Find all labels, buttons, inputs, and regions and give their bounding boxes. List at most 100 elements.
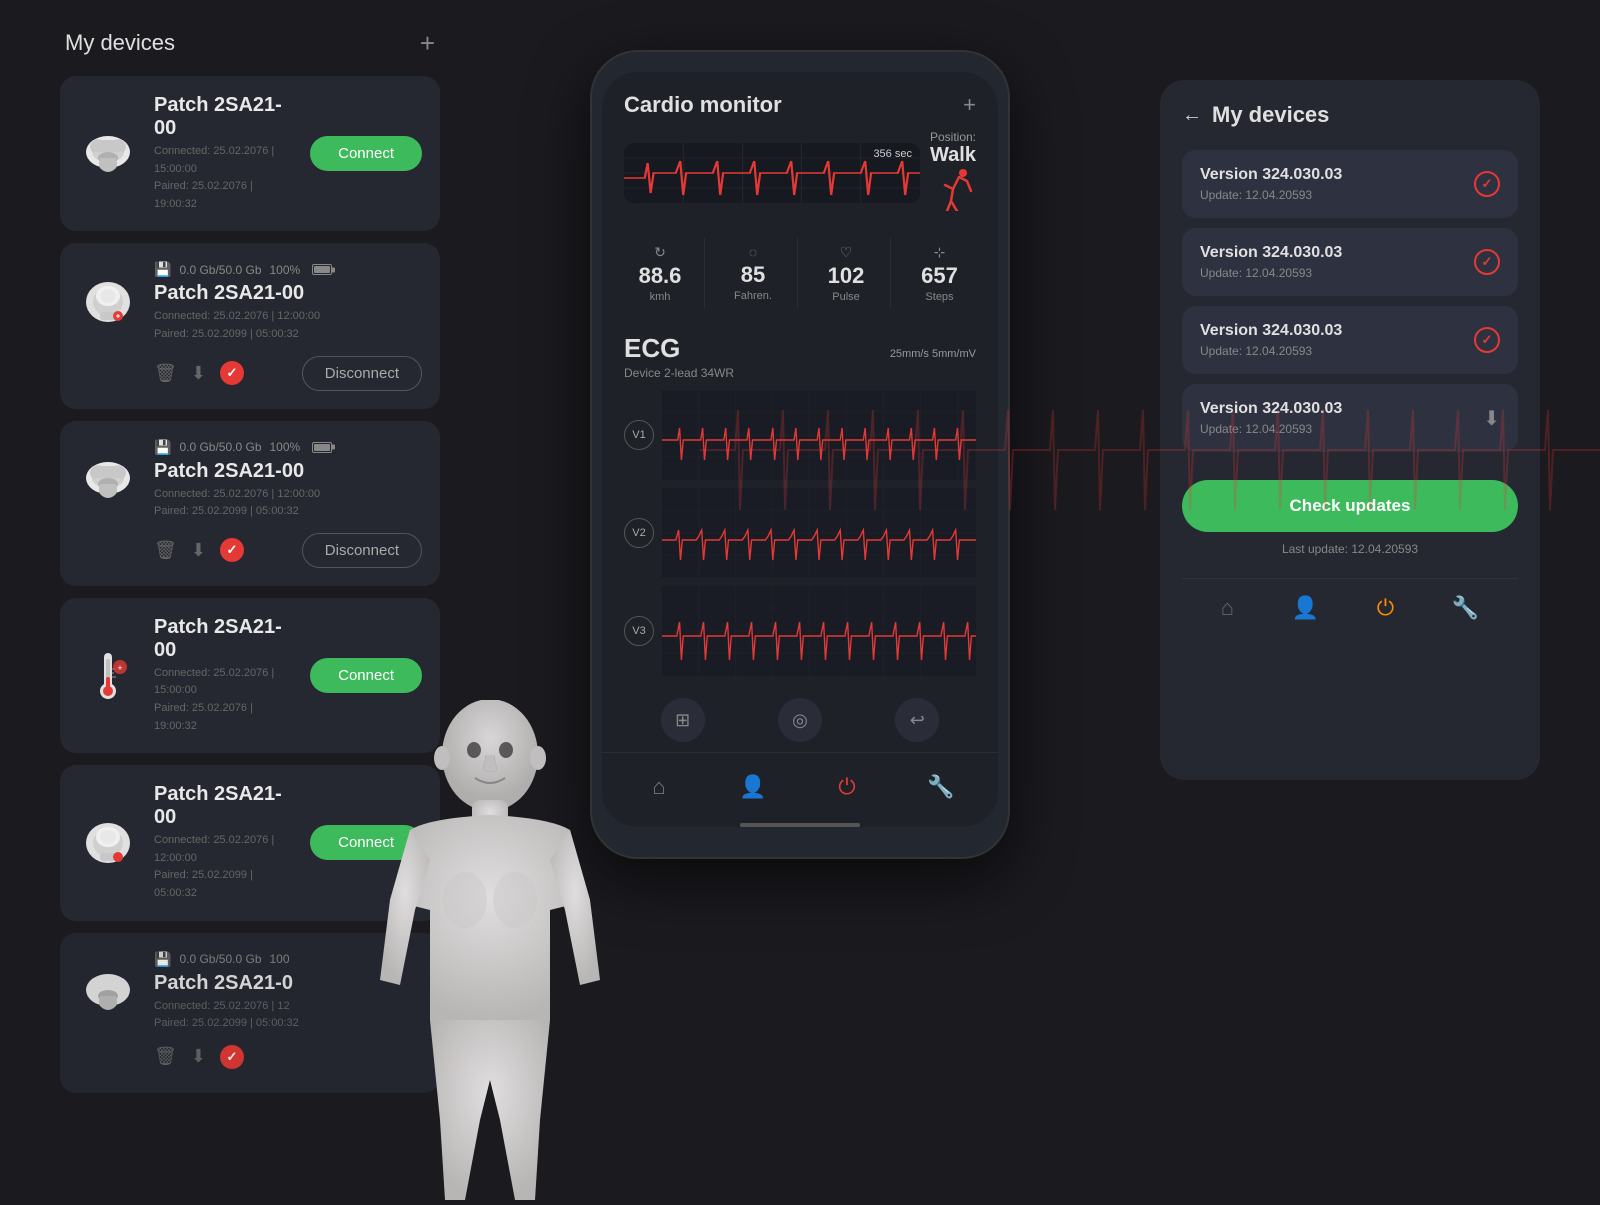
device-name-2: Patch 2SA21-00 <box>154 282 422 305</box>
device-dates-6: Connected: 25.02.2076 | 12 Paired: 25.02… <box>154 998 422 1033</box>
stat-temp: ◌ 85 Fahren. <box>709 238 798 309</box>
phone-container: Cardio monitor + 356 sec <box>590 50 1010 859</box>
download-icon-6[interactable]: ⬇ <box>191 1046 206 1067</box>
phone-add-icon[interactable]: + <box>963 92 976 118</box>
phone-nav-power[interactable]: ⏻ <box>827 767 867 807</box>
device-info-2: 💾 0.0 Gb/50.0 Gb 100% Patch 2SA21-00 Con… <box>154 261 422 343</box>
stat-speed-unit: kmh <box>620 291 700 303</box>
device-thumb-6 <box>75 959 140 1024</box>
device-name-6: Patch 2SA21-0 <box>154 972 422 995</box>
download-icon-2[interactable]: ⬇ <box>191 363 206 384</box>
target-action-icon[interactable]: ◎ <box>778 698 822 742</box>
device-storage-row-6: 💾 0.0 Gb/50.0 Gb 100 <box>154 951 422 968</box>
rp-nav-home[interactable]: ⌂ <box>1221 595 1234 621</box>
version-name-2: Version 324.030.03 <box>1200 244 1342 262</box>
stat-speed: ↻ 88.6 kmh <box>616 238 705 309</box>
version-info-2: Version 324.030.03 Update: 12.04.20593 <box>1200 244 1342 280</box>
phone-nav-home[interactable]: ⌂ <box>639 767 679 807</box>
delete-icon-2[interactable]: 🗑 <box>154 363 177 384</box>
version-card-4: Version 324.030.03 Update: 12.04.20593 ⬇ <box>1182 384 1518 452</box>
device-name-3: Patch 2SA21-00 <box>154 460 422 483</box>
phone-title: Cardio monitor <box>624 92 782 118</box>
version-date-2: Update: 12.04.20593 <box>1200 266 1342 280</box>
device-actions-2: 🗑 ⬇ Disconnect <box>75 356 422 391</box>
delete-icon-6[interactable]: 🗑 <box>154 1046 177 1067</box>
ecg-title: ECG <box>624 333 680 364</box>
stat-pulse-unit: Pulse <box>806 291 886 303</box>
last-update-text: Last update: 12.04.20593 <box>1182 542 1518 556</box>
rp-nav-power[interactable]: ⏻ <box>1377 595 1394 621</box>
connect-btn-5[interactable]: Connect <box>310 825 422 860</box>
device-actions-3: 🗑 ⬇ Disconnect <box>75 533 422 568</box>
svg-text:+: + <box>117 663 122 673</box>
device-name-1: Patch 2SA21-00 <box>154 94 296 140</box>
ecg-wave-v2 <box>662 488 976 578</box>
version-card-3: Version 324.030.03 Update: 12.04.20593 ✓ <box>1182 306 1518 374</box>
disconnect-btn-2[interactable]: Disconnect <box>302 356 422 391</box>
stat-steps-unit: Steps <box>899 291 980 303</box>
device-info-5: Patch 2SA21-00 Connected: 25.02.2076 | 1… <box>154 783 296 902</box>
version-info-4: Version 324.030.03 Update: 12.04.20593 <box>1200 400 1342 436</box>
device-info-3: 💾 0.0 Gb/50.0 Gb 100% Patch 2SA21-00 Con… <box>154 439 422 521</box>
phone-nav-settings[interactable]: 🔧 <box>921 767 961 807</box>
device-dates-3: Connected: 25.02.2076 | 12:00:00 Paired:… <box>154 486 422 521</box>
disconnect-btn-3[interactable]: Disconnect <box>302 533 422 568</box>
share-action-icon[interactable]: ↩ <box>895 698 939 742</box>
version-name-3: Version 324.030.03 <box>1200 322 1342 340</box>
device-thumb-5 <box>75 810 140 875</box>
version-check-icon-2: ✓ <box>1474 249 1500 275</box>
version-download-icon-4[interactable]: ⬇ <box>1483 406 1500 431</box>
version-name-1: Version 324.030.03 <box>1200 166 1342 184</box>
device-info-4: Patch 2SA21-00 Connected: 25.02.2076 | 1… <box>154 616 296 735</box>
phone-frame: Cardio monitor + 356 sec <box>590 50 1010 859</box>
device-thumb-4: + <box>75 643 140 708</box>
version-info-3: Version 324.030.03 Update: 12.04.20593 <box>1200 322 1342 358</box>
grid-action-icon[interactable]: ⊞ <box>661 698 705 742</box>
version-check-icon-1: ✓ <box>1474 171 1500 197</box>
check-updates-button[interactable]: Check updates <box>1182 480 1518 532</box>
ecg-track-v1: V1 <box>624 390 976 480</box>
position-value: Walk <box>930 144 976 167</box>
device-thumb-3 <box>75 447 140 512</box>
cardio-area: 356 sec <box>602 130 998 230</box>
status-icon-6[interactable] <box>220 1045 244 1069</box>
device-thumb-1 <box>75 121 140 186</box>
stat-pulse: ♡ 102 Pulse <box>802 238 891 309</box>
device-storage-row-2: 💾 0.0 Gb/50.0 Gb 100% <box>154 261 422 278</box>
version-card-1: Version 324.030.03 Update: 12.04.20593 ✓ <box>1182 150 1518 218</box>
version-info-1: Version 324.030.03 Update: 12.04.20593 <box>1200 166 1342 202</box>
runner-icon <box>931 167 975 211</box>
speed-icon: ↻ <box>620 244 700 261</box>
rp-nav-settings[interactable]: 🔧 <box>1452 595 1479 621</box>
storage-icon-3: 💾 <box>154 439 171 456</box>
ecg-track-v3: V3 <box>624 586 976 676</box>
left-panel-title: My devices <box>65 30 175 56</box>
status-icon-2[interactable] <box>220 361 244 385</box>
steps-icon: ⊹ <box>899 244 980 261</box>
stat-steps-value: 657 <box>899 263 980 289</box>
device-name-4: Patch 2SA21-00 <box>154 616 296 662</box>
back-arrow-icon[interactable]: ← <box>1182 104 1202 127</box>
phone-action-bar: ⊞ ◎ ↩ <box>602 684 998 752</box>
battery-icon-3 <box>312 442 332 453</box>
rp-nav-user[interactable]: 👤 <box>1292 595 1319 621</box>
stat-steps: ⊹ 657 Steps <box>895 238 984 309</box>
connect-btn-4[interactable]: Connect <box>310 658 422 693</box>
phone-screen: Cardio monitor + 356 sec <box>602 72 998 827</box>
connect-btn-1[interactable]: Connect <box>310 136 422 171</box>
phone-nav-user[interactable]: 👤 <box>733 767 773 807</box>
version-date-1: Update: 12.04.20593 <box>1200 188 1342 202</box>
delete-icon-3[interactable]: 🗑 <box>154 540 177 561</box>
stat-temp-unit: Fahren. <box>713 290 793 302</box>
download-icon-3[interactable]: ⬇ <box>191 540 206 561</box>
device-card-4: + Patch 2SA21-00 Connected: 25.02.2076 |… <box>60 598 440 753</box>
device-card-5: Patch 2SA21-00 Connected: 25.02.2076 | 1… <box>60 765 440 920</box>
device-dates-1: Connected: 25.02.2076 | 15:00:00 Paired:… <box>154 143 296 213</box>
ecg-lead-v1: V1 <box>624 420 654 450</box>
add-device-button[interactable]: + <box>420 30 435 56</box>
device-card-1: Patch 2SA21-00 Connected: 25.02.2076 | 1… <box>60 76 440 231</box>
device-name-5: Patch 2SA21-00 <box>154 783 296 829</box>
status-icon-3[interactable] <box>220 538 244 562</box>
ecg-settings: 25mm/s 5mm/mV <box>890 348 976 360</box>
stats-row: ↻ 88.6 kmh ◌ 85 Fahren. ♡ 102 Pulse ⊹ 65… <box>602 230 998 323</box>
